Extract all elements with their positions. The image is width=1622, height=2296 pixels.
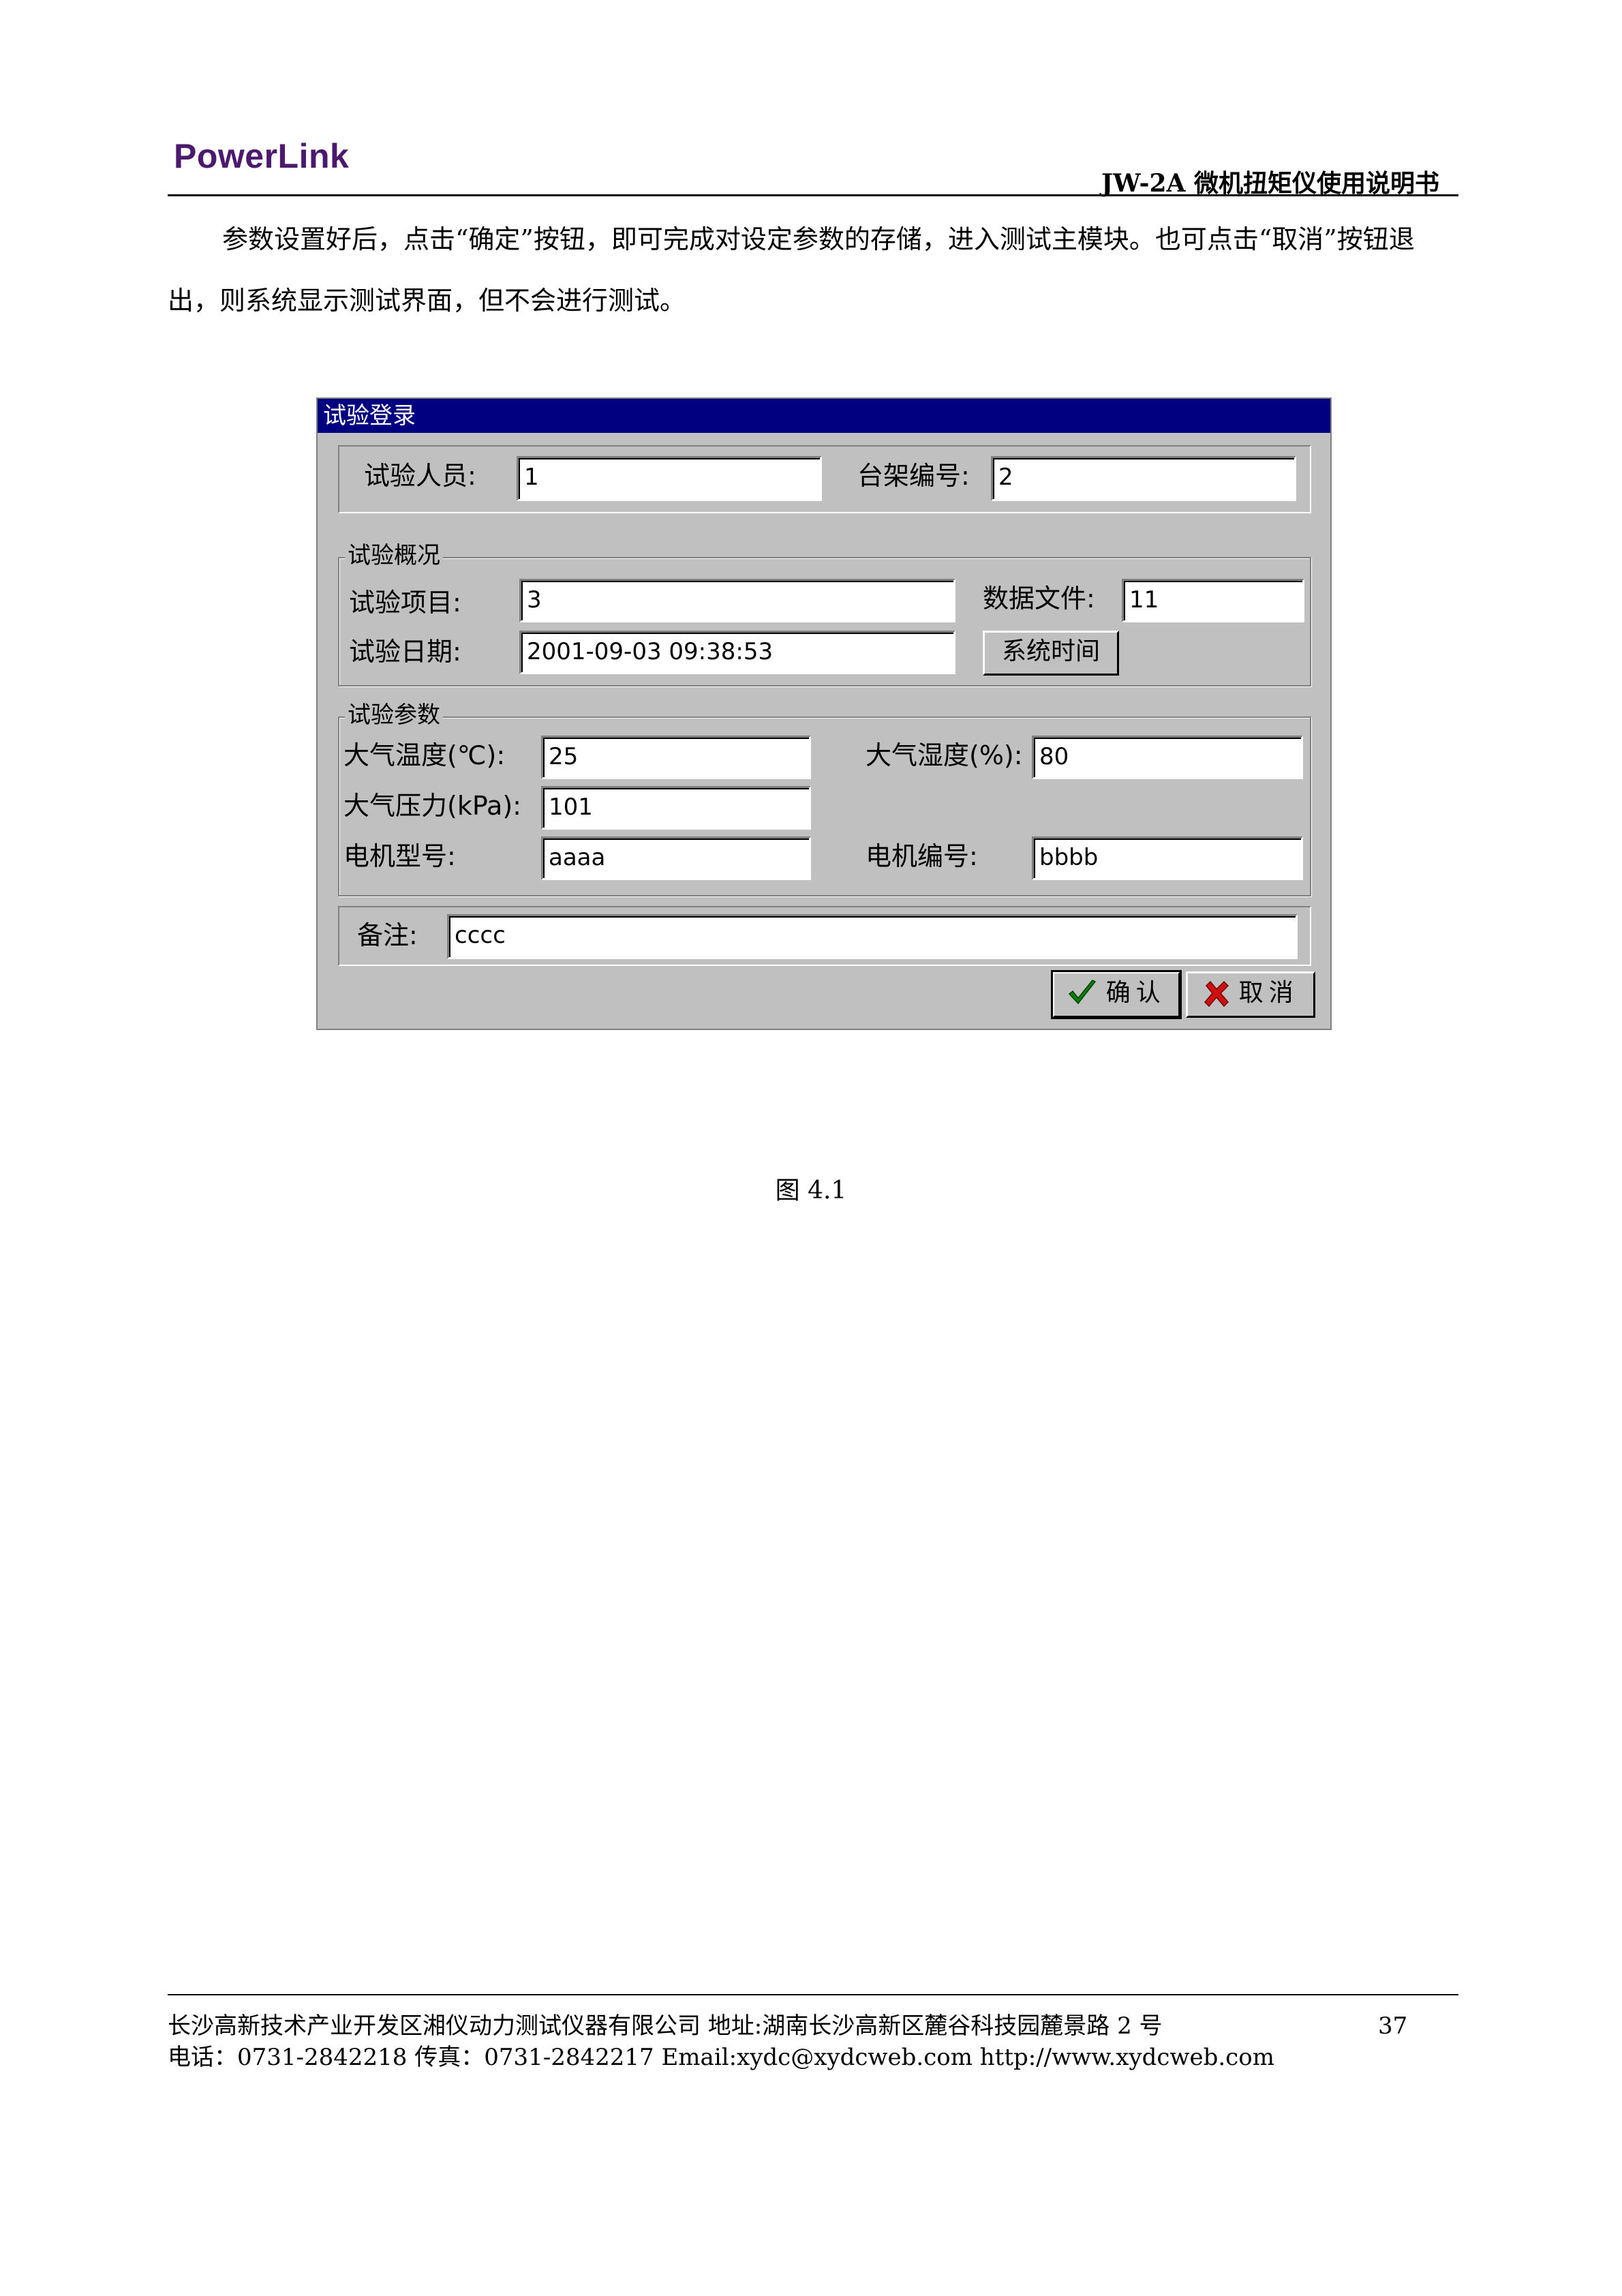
remark-label: 备注: bbox=[357, 920, 418, 950]
motor-model-input[interactable]: aaaa bbox=[541, 836, 811, 880]
cross-icon bbox=[1202, 979, 1231, 1008]
test-login-dialog: 试验登录 试验人员: 1 台架编号: 2 试验概况 试验项目: 3 数据文件: … bbox=[316, 397, 1332, 1030]
item-input[interactable]: 3 bbox=[519, 579, 955, 622]
item-label: 试验项目: bbox=[349, 588, 461, 618]
datafile-input[interactable]: 11 bbox=[1122, 579, 1304, 622]
overview-legend: 试验概况 bbox=[345, 542, 443, 569]
remark-panel: 备注: cccc bbox=[338, 906, 1311, 966]
humidity-label: 大气湿度(%): bbox=[866, 740, 1023, 770]
pressure-input[interactable]: 101 bbox=[541, 786, 811, 830]
footer-rule bbox=[168, 1994, 1458, 1995]
check-icon bbox=[1067, 978, 1098, 1009]
cancel-button-label: 取消 bbox=[1238, 979, 1299, 1007]
footer-company-line: 长沙高新技术产业开发区湘仪动力测试仪器有限公司 地址:湖南长沙高新区麓谷科技园麓… bbox=[168, 2012, 1163, 2040]
temperature-label: 大气温度(℃): bbox=[343, 740, 506, 770]
operator-label: 试验人员: bbox=[364, 461, 476, 491]
params-legend: 试验参数 bbox=[345, 701, 443, 729]
page-number: 37 bbox=[1378, 2012, 1408, 2040]
powerlink-logo: PowerLink bbox=[174, 137, 350, 175]
bench-input[interactable]: 2 bbox=[991, 456, 1296, 501]
ok-button[interactable]: 确认 bbox=[1051, 970, 1182, 1019]
system-time-button[interactable]: 系统时间 bbox=[983, 631, 1119, 676]
bench-label: 台架编号: bbox=[857, 461, 970, 491]
footer-contact-line: 电话：0731-2842218 传真：0731-2842217 Email:xy… bbox=[168, 2044, 1274, 2071]
header-rule bbox=[168, 194, 1458, 196]
intro-paragraph: 参数设置好后，点击“确定”按钮，即可完成对设定参数的存储，进入测试主模块。也可点… bbox=[168, 224, 1415, 316]
pressure-label: 大气压力(kPa): bbox=[343, 791, 521, 821]
date-input[interactable]: 2001-09-03 09:38:53 bbox=[519, 631, 955, 674]
datafile-label: 数据文件: bbox=[983, 584, 1095, 614]
motor-number-label: 电机编号: bbox=[866, 841, 978, 871]
date-label: 试验日期: bbox=[349, 637, 461, 667]
overview-group: 试验概况 试验项目: 3 数据文件: 11 试验日期: 2001-09-03 0… bbox=[338, 542, 1311, 686]
cancel-button[interactable]: 取消 bbox=[1186, 971, 1315, 1018]
figure-caption: 图 4.1 bbox=[775, 1177, 847, 1205]
humidity-input[interactable]: 80 bbox=[1032, 736, 1303, 779]
motor-model-label: 电机型号: bbox=[343, 841, 456, 871]
remark-input[interactable]: cccc bbox=[447, 914, 1298, 959]
operator-input[interactable]: 1 bbox=[517, 456, 822, 501]
dialog-title-bar: 试验登录 bbox=[318, 399, 1330, 433]
params-group: 试验参数 大气温度(℃): 25 大气湿度(%): 80 大气压力(kPa): … bbox=[338, 701, 1311, 896]
temperature-input[interactable]: 25 bbox=[541, 736, 811, 779]
motor-number-input[interactable]: bbbb bbox=[1032, 836, 1303, 880]
ok-button-label: 确认 bbox=[1105, 979, 1166, 1007]
operator-panel: 试验人员: 1 台架编号: 2 bbox=[338, 445, 1311, 513]
